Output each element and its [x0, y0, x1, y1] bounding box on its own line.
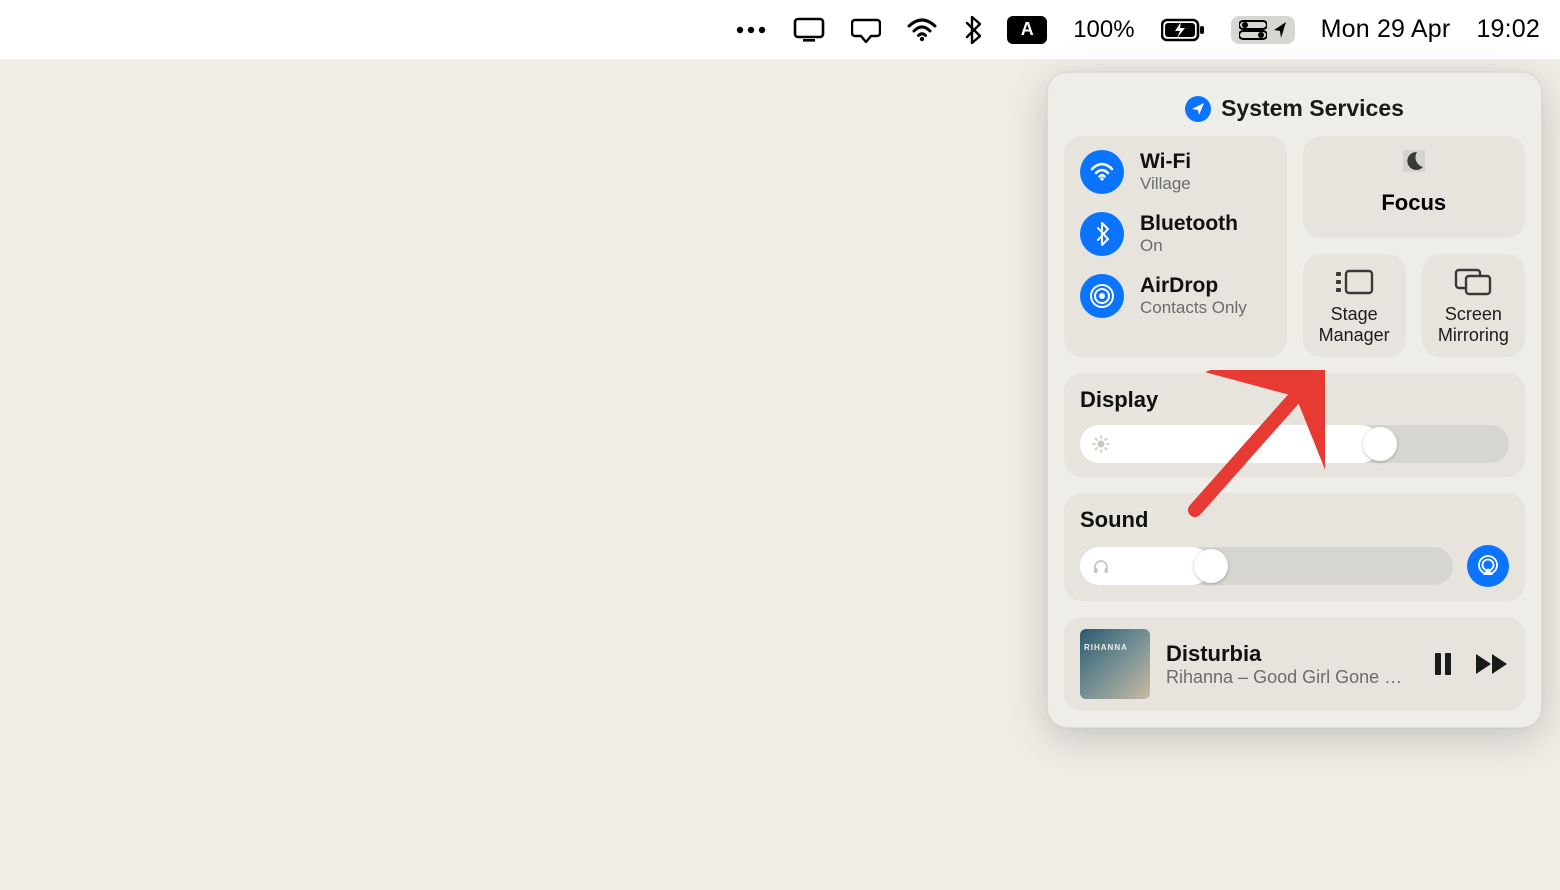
focus-tile[interactable]: Focus	[1303, 136, 1526, 238]
control-center-title: System Services	[1221, 95, 1404, 122]
airdrop-title: AirDrop	[1140, 274, 1247, 297]
sound-section-title: Sound	[1080, 507, 1509, 533]
toggles-icon	[1239, 20, 1267, 40]
volume-slider[interactable]	[1080, 547, 1453, 585]
stage-manager-tile[interactable]: Stage Manager	[1303, 254, 1406, 357]
screen-mirroring-tile[interactable]: Screen Mirroring	[1422, 254, 1525, 357]
stage-manager-icon	[1334, 268, 1374, 296]
control-center-panel: System Services Wi-Fi Village Bluetooth	[1047, 72, 1542, 728]
pause-button[interactable]	[1433, 652, 1453, 676]
bluetooth-toggle[interactable]: Bluetooth On	[1080, 212, 1271, 256]
control-center-header: System Services	[1064, 89, 1525, 136]
airdrop-icon	[1080, 274, 1124, 318]
next-track-button[interactable]	[1475, 653, 1509, 675]
screen-mirroring-icon	[1454, 268, 1492, 296]
bluetooth-icon	[1080, 212, 1124, 256]
overflow-icon[interactable]	[735, 10, 767, 50]
display-section-title: Display	[1080, 387, 1509, 413]
airplay-menu-icon[interactable]	[851, 10, 881, 50]
menu-bar: A 100% Mon 29 Apr 19:02	[0, 0, 1560, 60]
wifi-toggle[interactable]: Wi-Fi Village	[1080, 150, 1271, 194]
input-source-badge[interactable]: A	[1007, 10, 1047, 50]
battery-percent-label: 100%	[1073, 10, 1134, 50]
sound-tile: Sound	[1064, 493, 1525, 601]
input-source-label: A	[1021, 19, 1034, 40]
location-icon	[1185, 96, 1211, 122]
wifi-title: Wi-Fi	[1140, 150, 1191, 173]
headphones-icon	[1092, 557, 1110, 575]
focus-title: Focus	[1381, 190, 1446, 216]
menubar-time[interactable]: 19:02	[1476, 10, 1540, 50]
now-playing-tile[interactable]: Disturbia Rihanna – Good Girl Gone Ba...	[1064, 617, 1525, 711]
album-art	[1080, 629, 1150, 699]
wifi-subtitle: Village	[1140, 174, 1191, 194]
bluetooth-title: Bluetooth	[1140, 212, 1238, 235]
airplay-audio-button[interactable]	[1467, 545, 1509, 587]
screen-mirroring-label: Screen Mirroring	[1430, 304, 1517, 345]
now-playing-meta: Rihanna – Good Girl Gone Ba...	[1166, 667, 1411, 688]
display-tile: Display	[1064, 373, 1525, 477]
stage-manager-label: Stage Manager	[1311, 304, 1398, 345]
airdrop-toggle[interactable]: AirDrop Contacts Only	[1080, 274, 1271, 318]
now-playing-track: Disturbia	[1166, 641, 1417, 667]
moon-icon	[1403, 150, 1425, 172]
battery-icon[interactable]	[1161, 10, 1205, 50]
brightness-icon	[1092, 435, 1110, 453]
display-menu-icon[interactable]	[793, 10, 825, 50]
brightness-slider[interactable]	[1080, 425, 1509, 463]
bluetooth-subtitle: On	[1140, 236, 1238, 256]
control-center-menu-button[interactable]	[1231, 10, 1295, 50]
location-arrow-icon	[1273, 21, 1287, 39]
airdrop-subtitle: Contacts Only	[1140, 298, 1247, 318]
connectivity-tile: Wi-Fi Village Bluetooth On AirDrop	[1064, 136, 1287, 357]
bluetooth-menu-icon[interactable]	[963, 10, 981, 50]
wifi-icon	[1080, 150, 1124, 194]
wifi-menu-icon[interactable]	[907, 10, 937, 50]
menubar-date[interactable]: Mon 29 Apr	[1321, 10, 1451, 50]
